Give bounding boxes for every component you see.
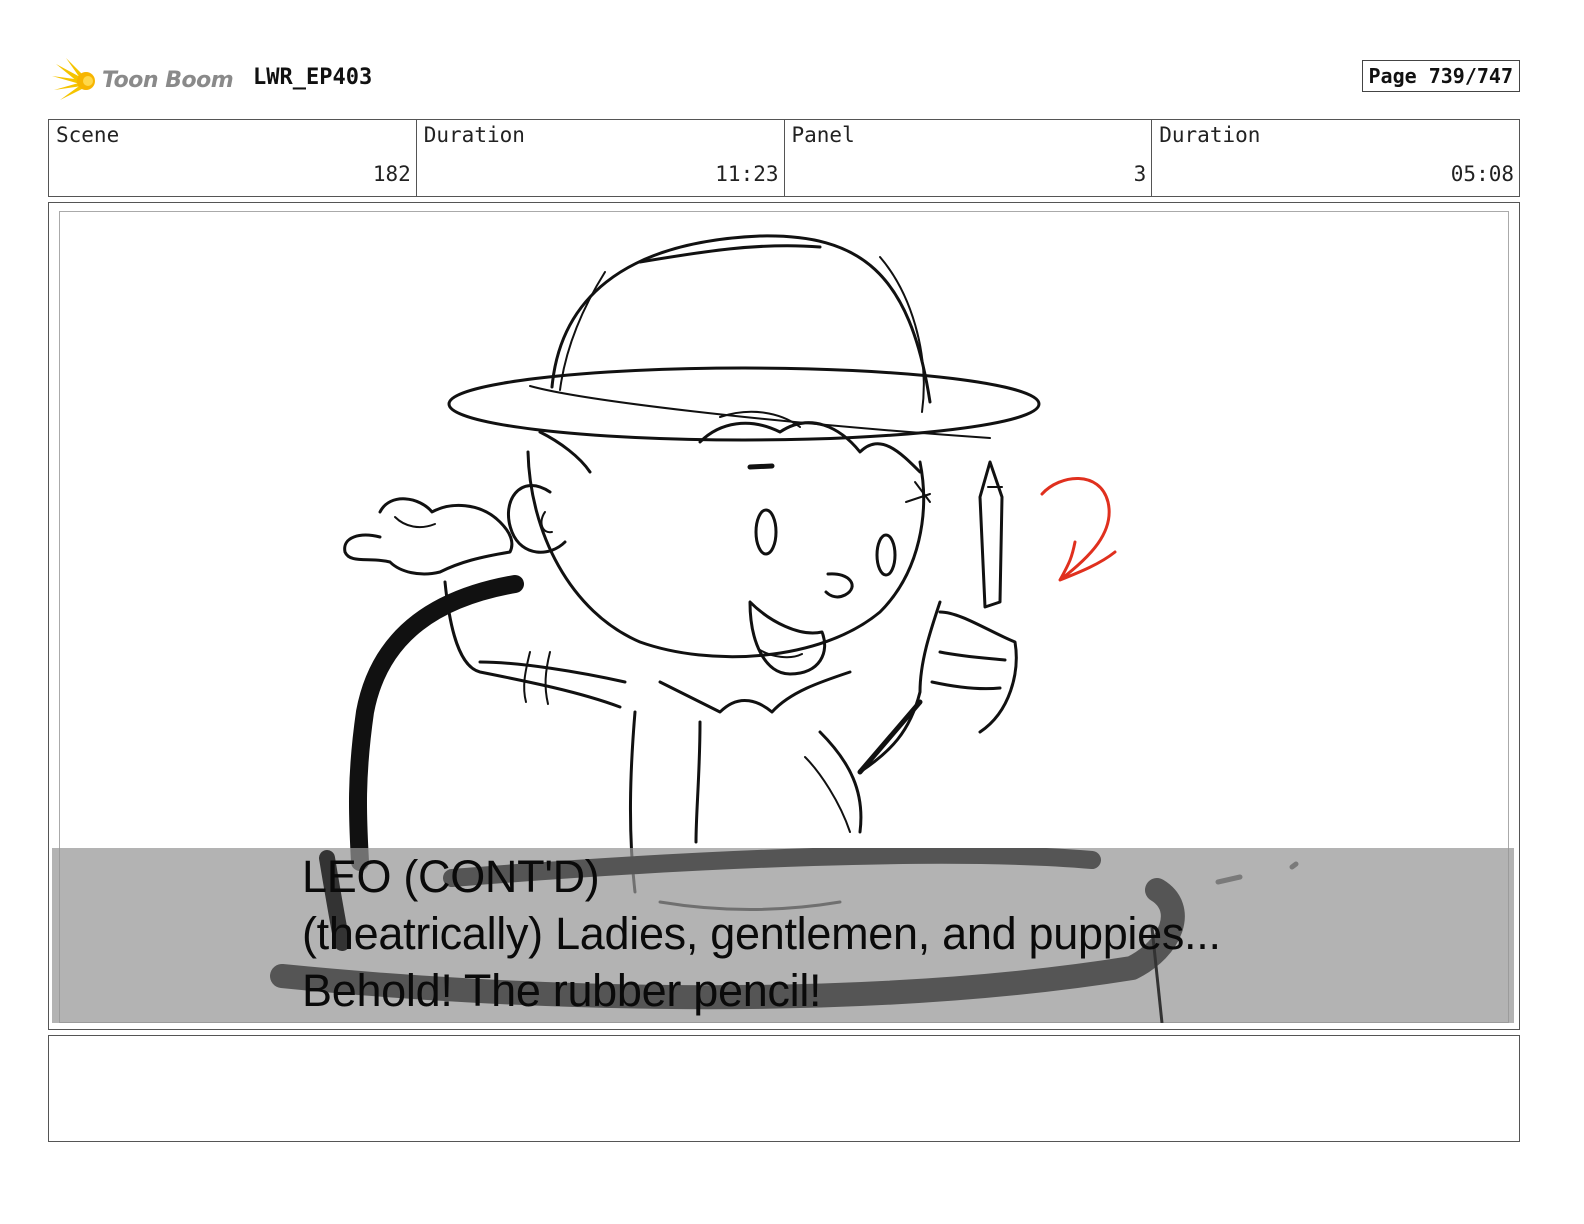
left-hand [343, 497, 514, 576]
left-eye [754, 508, 778, 556]
logo-text: Toon Boom [102, 67, 234, 93]
starburst-icon [52, 58, 95, 100]
red-annotation-arrow [1040, 477, 1117, 582]
scene-cell: Scene 182 [49, 120, 417, 196]
panel-value: 3 [1133, 162, 1147, 186]
caption-speaker: LEO (CONT'D) [302, 851, 600, 902]
notes-box [48, 1035, 1520, 1142]
rubber-pencil-curve [348, 575, 524, 871]
scene-duration-label: Duration [423, 123, 525, 147]
caption-dialogue-line: (theatrically) Ladies, gentlemen, and pu… [302, 908, 1221, 959]
right-eye [875, 533, 897, 577]
right-arm [858, 600, 942, 774]
ear [506, 484, 567, 554]
caption-dialogue-line: Behold! The rubber pencil! [302, 965, 822, 1016]
panel-label: Panel [791, 123, 855, 147]
scene-info-row: Scene 182 Duration 11:23 Panel 3 Duratio… [48, 119, 1520, 197]
page-indicator: Page 739/747 [1361, 60, 1520, 92]
shirt-collar [658, 670, 852, 714]
scene-duration-cell: Duration 11:23 [417, 120, 785, 196]
project-title: LWR_EP403 [253, 65, 373, 90]
panel-cell: Panel 3 [785, 120, 1153, 196]
panel-duration-value: 05:08 [1450, 162, 1514, 186]
pencil [978, 460, 1004, 609]
head-outline [526, 450, 926, 659]
page-header: Toon Boom LWR_EP403 Page 739/747 [48, 55, 1520, 105]
hat-brim [447, 366, 1041, 442]
right-hand [938, 610, 1018, 734]
toon-boom-logo: Toon Boom [52, 55, 252, 105]
mouth [748, 600, 827, 676]
scene-value: 182 [372, 162, 411, 186]
dialogue-caption: LEO (CONT'D) (theatrically) Ladies, gent… [302, 848, 1221, 1019]
nose [824, 572, 854, 599]
scene-label: Scene [56, 123, 120, 147]
scene-duration-value: 11:23 [715, 162, 779, 186]
panel-duration-label: Duration [1159, 123, 1261, 147]
panel-duration-cell: Duration 05:08 [1152, 120, 1519, 196]
hat-crown [550, 234, 932, 404]
